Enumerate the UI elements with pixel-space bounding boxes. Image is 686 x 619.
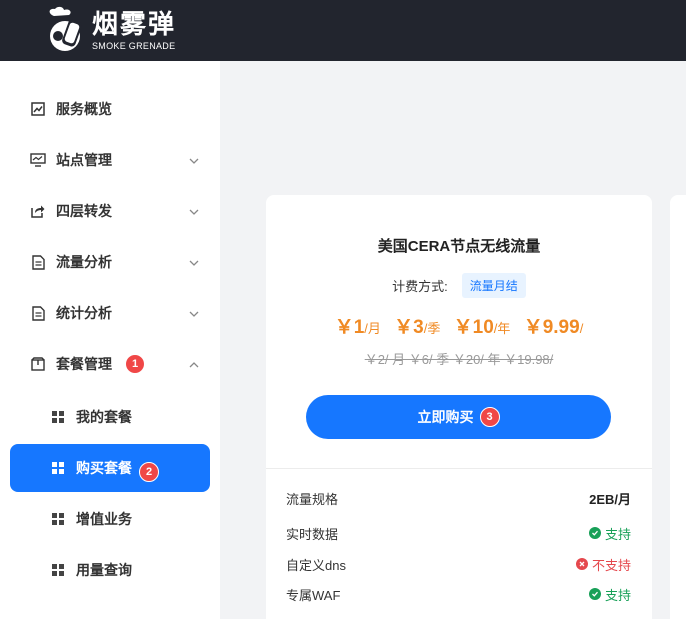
- price-item: ￥1/月: [335, 317, 381, 338]
- chevron-down-icon: [188, 205, 200, 217]
- divider: [266, 468, 652, 469]
- sidebar-subitem-buy-package[interactable]: 购买套餐 2: [10, 444, 210, 492]
- buy-now-label: 立即购买: [417, 409, 474, 425]
- price-amount: ￥9.99: [523, 317, 580, 338]
- spec-status: 不支持: [575, 555, 631, 574]
- sidebar-item-statistics-analysis[interactable]: 统计分析: [0, 293, 220, 333]
- spec-row-traffic: 流量规格 2EB/月: [286, 486, 631, 510]
- sidebar-item-service-overview[interactable]: 服务概览: [0, 89, 220, 129]
- price-unit: /年: [493, 321, 511, 336]
- spec-label: 专属WAF: [286, 587, 341, 603]
- chevron-down-icon: [188, 256, 200, 268]
- brand-tagline: SMOKE GRENADE: [92, 40, 176, 51]
- price-item: ￥9.99/: [524, 317, 584, 338]
- spec-status-text: 支持: [604, 526, 631, 542]
- sidebar-subitem-value-added-services[interactable]: 增值业务: [10, 495, 210, 543]
- price-item: ￥10/年: [454, 317, 511, 338]
- chart-icon: [30, 101, 46, 117]
- sidebar-item-label: 统计分析: [56, 305, 112, 321]
- price-amount: ￥1: [334, 317, 365, 338]
- buy-now-button[interactable]: 立即购买 3: [306, 395, 611, 439]
- step-badge: 2: [139, 462, 159, 482]
- sidebar-item-traffic-analysis[interactable]: 流量分析: [0, 242, 220, 282]
- price-unit: /月: [364, 321, 381, 336]
- step-badge: 3: [479, 407, 500, 427]
- spec-status-text: 不支持: [591, 557, 631, 573]
- sidebar-item-label: 站点管理: [56, 152, 112, 168]
- sidebar-subitem-label: 购买套餐: [76, 460, 132, 476]
- package-icon: [30, 356, 46, 372]
- chevron-down-icon: [188, 154, 200, 166]
- price-list: ￥1/月 ￥3/季 ￥10/年 ￥9.99/: [266, 312, 652, 339]
- package-card-next: [670, 195, 686, 619]
- brand-name: 烟雾弹: [92, 8, 177, 39]
- monitor-icon: [30, 152, 46, 168]
- sidebar-subitem-label: 我的套餐: [76, 409, 132, 425]
- package-card: 美国CERA节点无线流量 计费方式: 流量月结 ￥1/月 ￥3/季 ￥10/年 …: [266, 195, 652, 619]
- spec-label: 自定义dns: [286, 557, 346, 573]
- spec-status: 支持: [588, 585, 631, 604]
- sidebar: 服务概览 站点管理 四层转发 流量分析 统计分析 套餐管理 1 我的套餐 购买套…: [0, 61, 220, 619]
- grid-icon: [52, 411, 64, 423]
- spec-status: 支持: [588, 524, 631, 543]
- main-content: 美国CERA节点无线流量 计费方式: 流量月结 ￥1/月 ￥3/季 ￥10/年 …: [220, 61, 686, 619]
- brand-logo[interactable]: 烟雾弹 SMOKE GRENADE: [44, 6, 176, 54]
- sidebar-subitem-usage-query[interactable]: 用量查询: [10, 546, 210, 594]
- grid-icon: [52, 564, 64, 576]
- spec-row-dedicated-waf: 专属WAF 支持: [286, 582, 631, 606]
- sidebar-subitem-label: 用量查询: [76, 562, 132, 578]
- top-header: 烟雾弹 SMOKE GRENADE: [0, 0, 686, 61]
- price-amount: ￥10: [453, 317, 494, 338]
- share-icon: [30, 203, 46, 219]
- spec-row-realtime-data: 实时数据 支持: [286, 521, 631, 545]
- sidebar-item-site-management[interactable]: 站点管理: [0, 140, 220, 180]
- smoke-grenade-logo-icon: [44, 6, 86, 54]
- document-icon: [30, 254, 46, 270]
- spec-label: 实时数据: [286, 526, 339, 542]
- spec-label: 流量规格: [286, 491, 339, 507]
- sidebar-subitem-label: 增值业务: [76, 511, 132, 527]
- step-badge: 1: [125, 354, 145, 374]
- grid-icon: [52, 462, 64, 474]
- sidebar-item-package-management[interactable]: 套餐管理 1: [0, 344, 220, 384]
- original-prices: ￥2/ 月 ￥6/ 季 ￥20/ 年 ￥19.98/: [364, 352, 554, 367]
- chevron-down-icon: [188, 307, 200, 319]
- sidebar-item-label: 流量分析: [56, 254, 112, 270]
- billing-tag: 流量月结: [461, 273, 526, 298]
- sidebar-item-label: 四层转发: [56, 203, 112, 219]
- sidebar-subitem-my-packages[interactable]: 我的套餐: [10, 393, 210, 441]
- billing-method: 计费方式: 流量月结: [266, 273, 652, 298]
- spec-value: 2EB/月: [589, 491, 631, 507]
- price-item: ￥3/季: [394, 317, 440, 338]
- spec-row-custom-dns: 自定义dns 不支持: [286, 552, 631, 576]
- check-circle-icon: [588, 527, 601, 539]
- document-icon: [30, 305, 46, 321]
- price-unit: /: [579, 321, 584, 336]
- billing-label: 计费方式:: [392, 279, 448, 294]
- sidebar-item-label: 套餐管理: [56, 356, 112, 372]
- grid-icon: [52, 513, 64, 525]
- sidebar-item-layer4-forwarding[interactable]: 四层转发: [0, 191, 220, 231]
- sidebar-item-label: 服务概览: [56, 101, 112, 117]
- x-circle-icon: [575, 558, 588, 570]
- spec-status-text: 支持: [604, 587, 631, 603]
- price-amount: ￥3: [394, 317, 424, 338]
- package-title: 美国CERA节点无线流量: [377, 238, 541, 255]
- chevron-up-icon: [188, 358, 200, 370]
- check-circle-icon: [588, 588, 601, 600]
- price-unit: /季: [423, 321, 441, 336]
